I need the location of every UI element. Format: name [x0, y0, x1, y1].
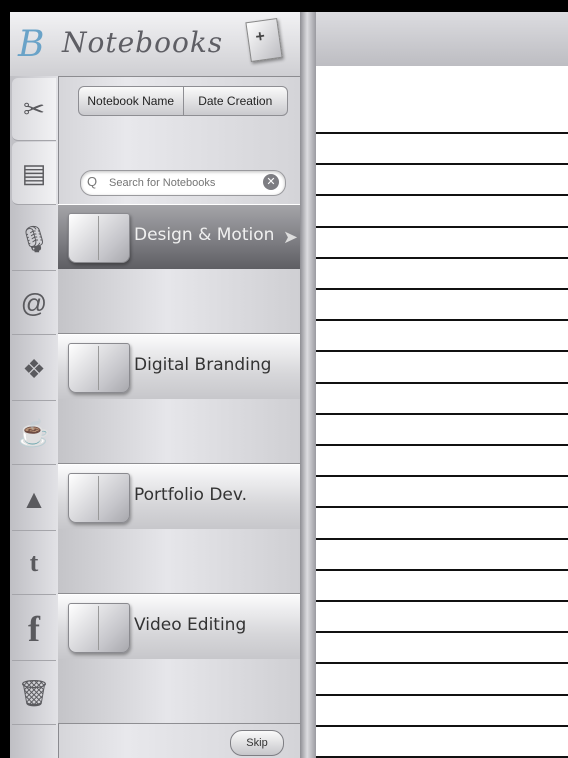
notebook-row[interactable]: Video Editing [58, 594, 300, 660]
trash-icon: 🗑 [17, 677, 51, 708]
new-notebook-button[interactable]: + [245, 17, 283, 63]
notebooks-button[interactable]: ▤ [12, 142, 56, 205]
notebook-label: Digital Branding [134, 355, 272, 375]
page-title: Notebooks [62, 26, 224, 59]
twitter-button[interactable]: t [12, 532, 56, 595]
sort-segmented-control: Notebook Name Date Creation [78, 86, 288, 116]
ruled-line [316, 444, 568, 446]
notebook-label: Portfolio Dev. [134, 485, 248, 505]
notebook-label: Video Editing [134, 615, 247, 635]
ruled-line [316, 600, 568, 602]
trash-button[interactable]: 🗑 [12, 662, 56, 725]
notebook-cover-icon [68, 603, 130, 653]
empty-row [58, 529, 300, 594]
ruled-line [316, 163, 568, 165]
empty-row [58, 399, 300, 464]
notebook-row[interactable]: Digital Branding [58, 334, 300, 400]
ruled-line [316, 132, 568, 134]
ruled-line [316, 257, 568, 259]
facebook-button[interactable]: f [12, 598, 56, 661]
ruled-line [316, 226, 568, 228]
skip-button[interactable]: Skip [230, 730, 284, 756]
side-toolbar: ✂ ▤ 🎙 @ ❖ ☕ ▲ t f 🗑 [10, 76, 59, 758]
google-drive-icon: ▲ [21, 483, 47, 514]
email-icon: @ [20, 287, 48, 318]
ruled-line [316, 413, 568, 415]
ruled-line [316, 569, 568, 571]
ruled-line [316, 631, 568, 633]
top-status-bar [0, 0, 568, 12]
tools-icon: ✂ [23, 93, 45, 124]
dropbox-icon: ❖ [22, 353, 46, 384]
ruled-line [316, 662, 568, 664]
notebook-icon: ▤ [21, 157, 47, 188]
panel-header: B Notebooks + [10, 12, 300, 77]
empty-row [58, 269, 300, 334]
notebook-cover-icon [68, 473, 130, 523]
dropbox-button[interactable]: ❖ [12, 338, 56, 401]
note-header [316, 12, 568, 68]
search-field[interactable]: Q ✕ [80, 170, 286, 196]
microphone-icon: 🎙 [17, 223, 51, 254]
notebook-row[interactable]: Portfolio Dev. [58, 464, 300, 530]
ruled-line [316, 694, 568, 696]
evernote-button[interactable]: ☕ [12, 402, 56, 465]
plus-icon: + [254, 27, 267, 47]
ruled-line [316, 538, 568, 540]
sort-by-name-button[interactable]: Notebook Name [79, 87, 183, 115]
facebook-icon: f [28, 609, 40, 649]
panel-divider [300, 12, 316, 758]
notebook-label: Design & Motion [134, 225, 275, 245]
ruled-line [316, 194, 568, 196]
ruled-line [316, 288, 568, 290]
notebook-cover-icon [68, 213, 130, 263]
ruled-line [316, 475, 568, 477]
email-button[interactable]: @ [12, 272, 56, 335]
ruled-line [316, 506, 568, 508]
empty-row [58, 659, 300, 724]
arrow-right-icon: ➤ [282, 227, 298, 247]
search-input[interactable] [107, 174, 261, 192]
note-page[interactable] [316, 66, 568, 758]
tools-button[interactable]: ✂ [12, 78, 56, 141]
notebook-row[interactable]: Design & Motion ➤ [58, 204, 300, 270]
notebook-cover-icon [68, 343, 130, 393]
ruled-line [316, 725, 568, 727]
notebooks-panel: B Notebooks + ✂ ▤ 🎙 @ ❖ ☕ ▲ t f 🗑 Notebo… [10, 12, 300, 758]
app-logo: B [18, 24, 45, 65]
sort-by-date-button[interactable]: Date Creation [182, 87, 288, 115]
ruled-line [316, 350, 568, 352]
evernote-icon: ☕ [17, 417, 51, 448]
ruled-line [316, 319, 568, 321]
twitter-icon: t [29, 548, 39, 577]
clear-search-icon[interactable]: ✕ [263, 174, 279, 190]
microphone-button[interactable]: 🎙 [12, 208, 56, 271]
ruled-line [316, 382, 568, 384]
search-icon: Q [87, 174, 98, 189]
google-drive-button[interactable]: ▲ [12, 468, 56, 531]
